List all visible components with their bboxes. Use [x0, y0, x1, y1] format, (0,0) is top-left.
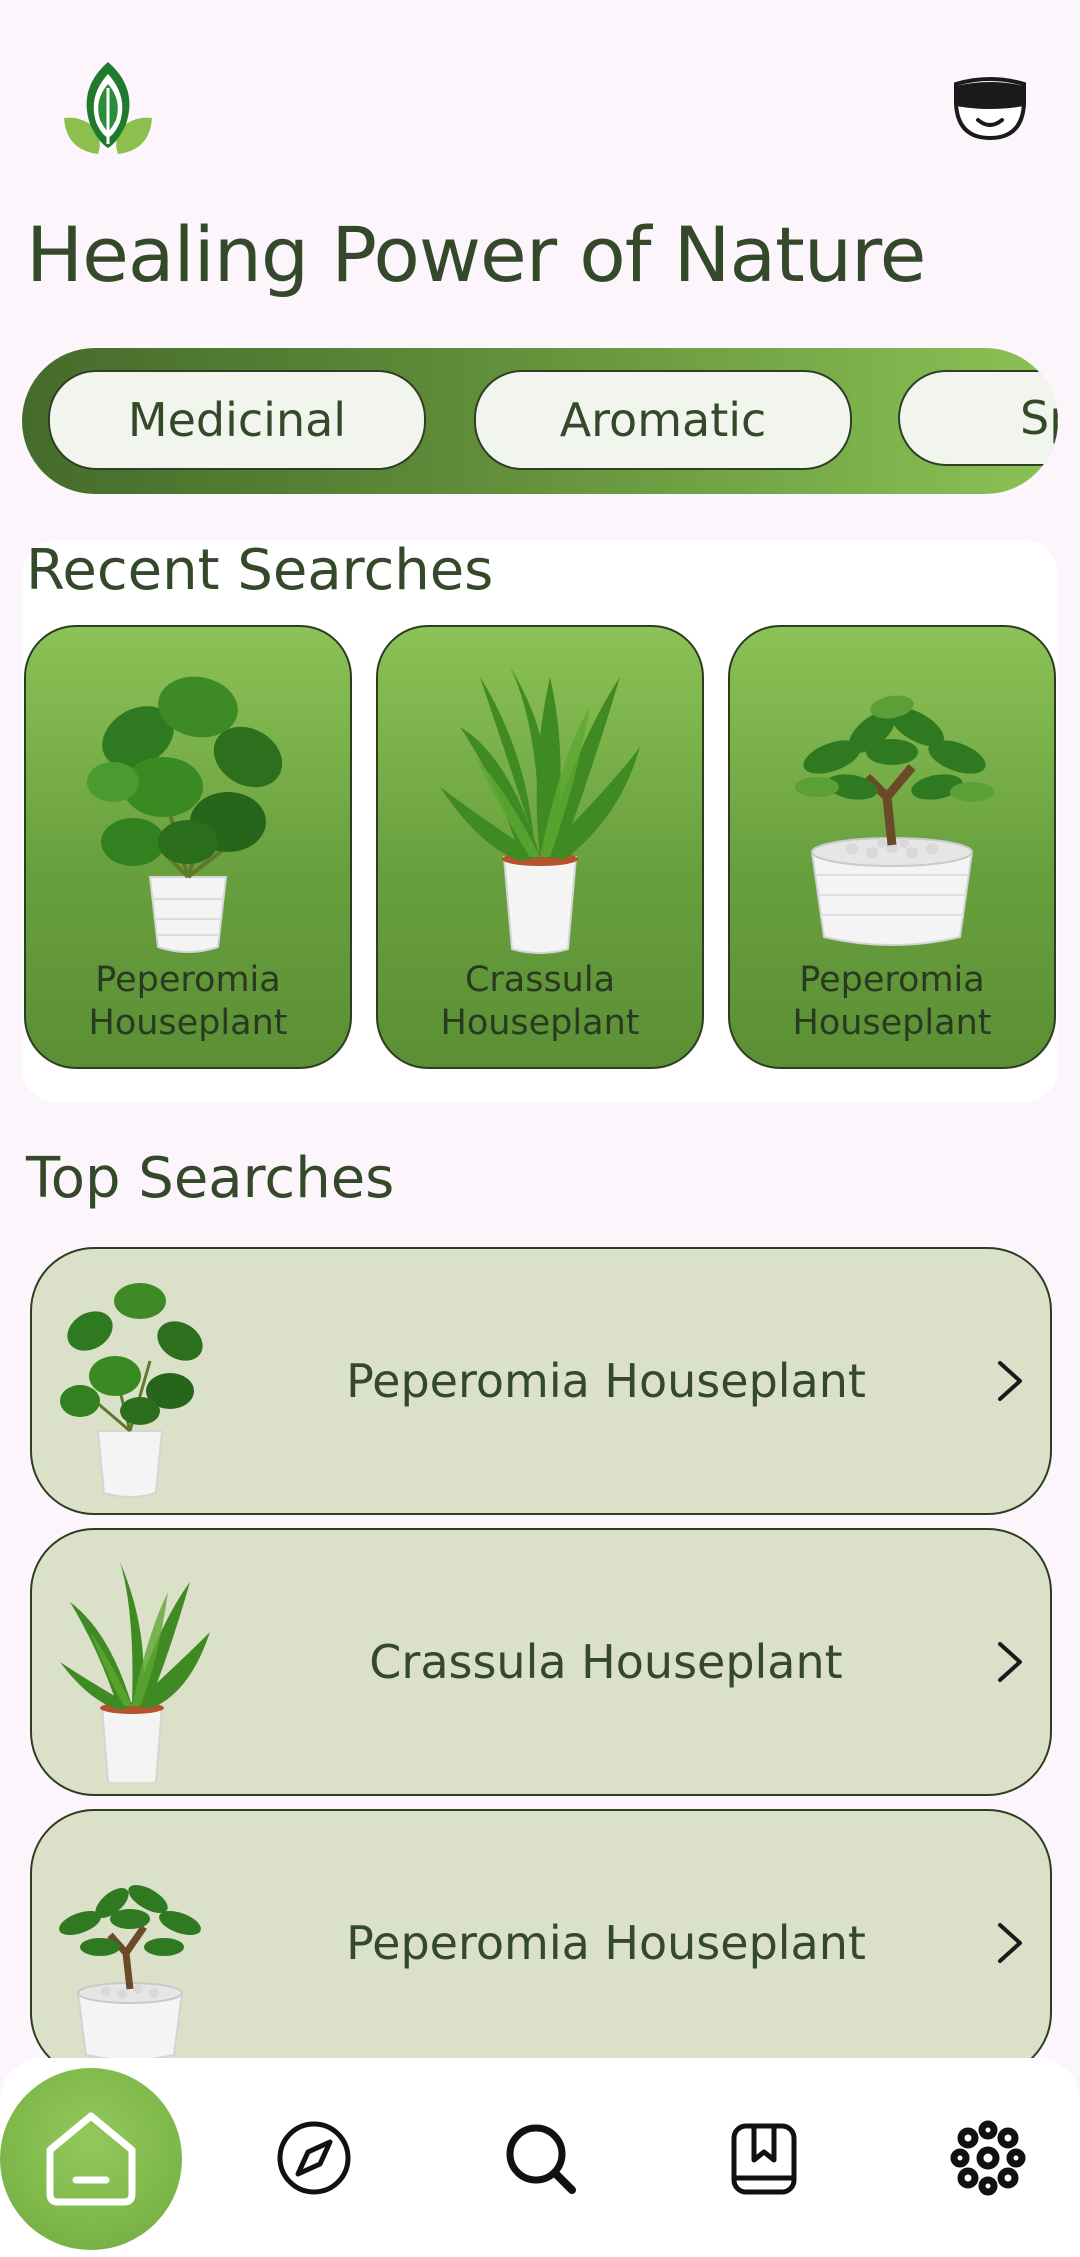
- category-bar[interactable]: Medicinal Aromatic Sp: [22, 348, 1058, 494]
- recent-card[interactable]: Peperomia Houseplant: [728, 625, 1056, 1069]
- search-icon[interactable]: [500, 2118, 580, 2198]
- recent-card-label: Peperomia Houseplant: [88, 960, 288, 1043]
- recent-card-label: Crassula Houseplant: [440, 960, 640, 1043]
- top-search-label: Peperomia Houseplant: [346, 1916, 866, 1970]
- profile-avatar-icon[interactable]: [950, 76, 1030, 142]
- page-title: Healing Power of Nature: [26, 210, 926, 299]
- category-chip-medicinal[interactable]: Medicinal: [48, 370, 426, 470]
- chevron-right-icon: [998, 1923, 1022, 1963]
- plant-cell-icon[interactable]: [948, 2118, 1028, 2198]
- top-search-label: Peperomia Houseplant: [346, 1354, 866, 1408]
- chevron-right-icon: [998, 1642, 1022, 1682]
- category-chip-partial[interactable]: Sp: [898, 370, 1058, 466]
- top-search-row[interactable]: Peperomia Houseplant: [30, 1809, 1052, 2077]
- recent-searches-title: Recent Searches: [26, 538, 494, 603]
- fern-plant-icon: [440, 667, 640, 954]
- compass-icon[interactable]: [274, 2118, 354, 2198]
- top-searches-title: Top Searches: [26, 1146, 395, 1211]
- top-search-row[interactable]: Peperomia Houseplant: [30, 1247, 1052, 1515]
- jade-plant-icon: [59, 1885, 201, 2061]
- recent-card[interactable]: Peperomia Houseplant: [24, 625, 352, 1069]
- fern-plant-icon: [60, 1562, 210, 1782]
- nav-home-button[interactable]: [0, 2068, 182, 2250]
- bookmark-icon[interactable]: [724, 2118, 804, 2198]
- home-icon: [46, 2112, 136, 2206]
- chevron-right-icon: [998, 1361, 1022, 1401]
- jade-plant-icon: [795, 695, 994, 946]
- pilea-plant-icon: [87, 676, 283, 953]
- recent-card[interactable]: Crassula Houseplant: [376, 625, 704, 1069]
- category-chip-aromatic[interactable]: Aromatic: [474, 370, 852, 470]
- app-logo-icon: [60, 58, 156, 158]
- recent-card-label: Peperomia Houseplant: [792, 960, 992, 1043]
- top-search-label: Crassula Houseplant: [369, 1635, 843, 1689]
- top-search-row[interactable]: Crassula Houseplant: [30, 1528, 1052, 1796]
- pilea-plant-icon: [60, 1283, 203, 1498]
